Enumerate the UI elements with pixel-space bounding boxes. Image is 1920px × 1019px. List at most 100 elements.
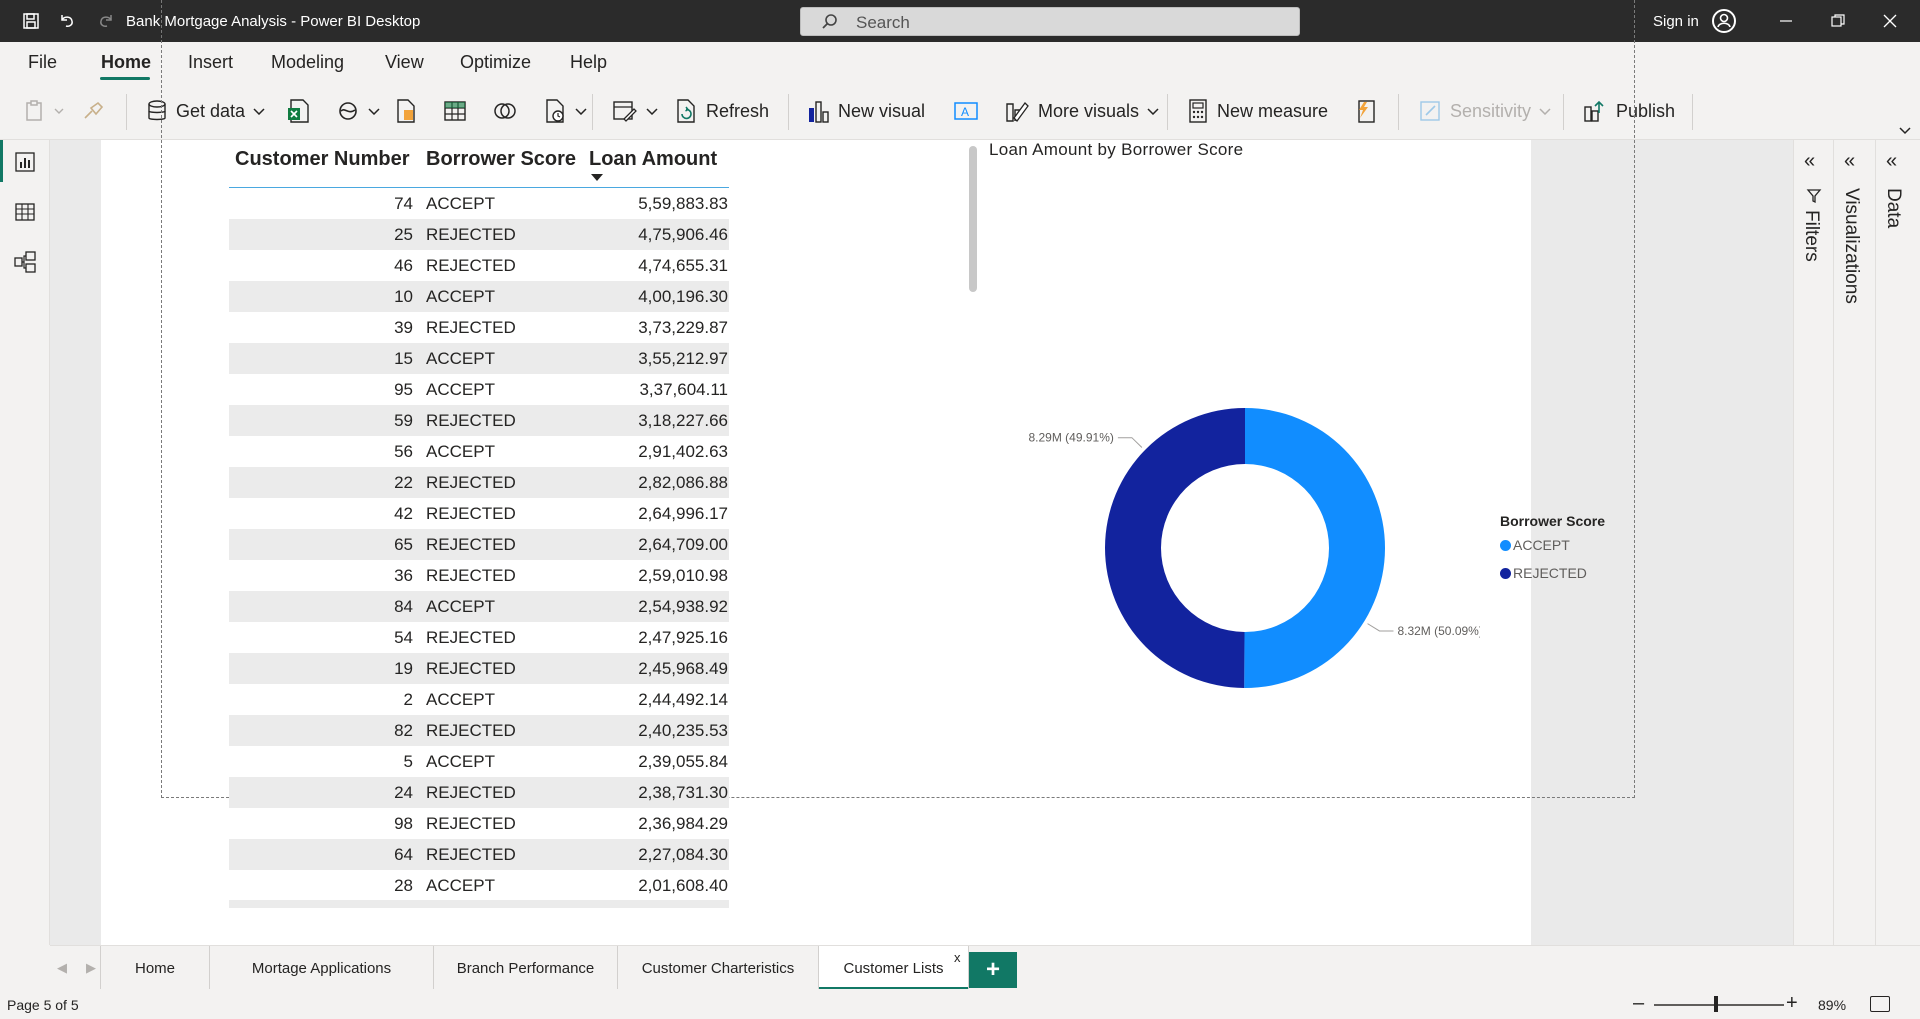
header-loan-amount[interactable]: Loan Amount — [589, 148, 717, 171]
paste-button[interactable] — [24, 98, 64, 124]
dataverse-button[interactable] — [394, 98, 418, 124]
menu-file[interactable]: File — [28, 52, 57, 73]
search-input[interactable]: Search — [800, 7, 1300, 36]
table-row[interactable]: 46 REJECTED 4,74,655.31 — [229, 250, 729, 281]
table-row[interactable]: 84 ACCEPT 2,54,938.92 — [229, 591, 729, 622]
publish-button[interactable]: Publish — [1582, 98, 1675, 124]
table-row[interactable]: 39 REJECTED 3,73,229.87 — [229, 312, 729, 343]
fit-to-page-icon[interactable] — [1870, 996, 1890, 1012]
table-row[interactable]: 74 ACCEPT 5,59,883.83 — [229, 188, 729, 219]
table-row[interactable]: 28 ACCEPT 2,01,608.40 — [229, 870, 729, 901]
menu-help[interactable]: Help — [570, 52, 607, 73]
minimize-icon[interactable] — [1776, 11, 1796, 31]
donut-slice-rejected[interactable] — [1105, 408, 1245, 688]
zoom-in-button[interactable]: + — [1786, 992, 1798, 1015]
close-icon[interactable] — [1880, 11, 1900, 31]
prev-page-icon[interactable]: ◀ — [57, 960, 67, 976]
get-data-button[interactable]: Get data — [146, 98, 265, 124]
recent-sources-button[interactable] — [492, 98, 518, 124]
page-tab-branch-performance[interactable]: Branch Performance — [434, 946, 618, 990]
transform-data-button[interactable] — [612, 98, 658, 124]
model-view-icon[interactable] — [13, 250, 37, 274]
expand-data-icon[interactable]: « — [1886, 150, 1897, 173]
table-row[interactable]: 10 ACCEPT 4,00,196.30 — [229, 281, 729, 312]
table-row[interactable]: 59 REJECTED 3,18,227.66 — [229, 405, 729, 436]
quick-measure-button[interactable] — [1355, 98, 1377, 124]
table-row[interactable]: 56 ACCEPT 2,91,402.63 — [229, 436, 729, 467]
undo-icon[interactable] — [55, 9, 79, 33]
onelake-button[interactable] — [336, 98, 380, 124]
table-row[interactable]: 65 REJECTED 2,64,709.00 — [229, 529, 729, 560]
menu-modeling[interactable]: Modeling — [271, 52, 344, 73]
table-row[interactable]: 42 REJECTED 2,64,996.17 — [229, 498, 729, 529]
expand-filters-icon[interactable]: « — [1804, 150, 1815, 173]
report-view-icon[interactable] — [13, 150, 37, 174]
table-row[interactable]: 82 REJECTED 2,40,235.53 — [229, 715, 729, 746]
cell-borrower-score: REJECTED — [426, 504, 516, 523]
cell-loan-amount: 2,36,984.29 — [638, 814, 728, 833]
table-row[interactable]: 15 ACCEPT 3,55,212.97 — [229, 343, 729, 374]
menu-view[interactable]: View — [385, 52, 424, 73]
chevron-down-icon — [1899, 127, 1911, 135]
donut-chart[interactable]: 8.32M (50.09%) 8.29M (49.91%) — [1000, 380, 1480, 720]
page-tab-home[interactable]: Home — [101, 946, 210, 990]
cell-customer-number: 59 — [394, 411, 413, 430]
sign-in-button[interactable]: Sign in — [1653, 13, 1699, 30]
cell-borrower-score: REJECTED — [426, 814, 516, 833]
redo-icon[interactable] — [94, 9, 118, 33]
next-page-icon[interactable]: ▶ — [86, 960, 96, 976]
new-measure-button[interactable]: New measure — [1187, 98, 1328, 124]
file-icon — [397, 99, 415, 123]
zoom-slider-thumb[interactable] — [1714, 996, 1718, 1012]
zoom-slider[interactable] — [1654, 1004, 1784, 1006]
zoom-out-button[interactable]: – — [1633, 992, 1644, 1015]
restore-icon[interactable] — [1828, 11, 1848, 31]
table-view-icon[interactable] — [13, 200, 37, 224]
recent-files-button[interactable] — [543, 98, 587, 124]
legend-item-rejected[interactable]: REJECTED — [1500, 565, 1587, 581]
cell-borrower-score: ACCEPT — [426, 876, 495, 895]
donut-slice-accept[interactable] — [1244, 408, 1386, 688]
cell-customer-number: 98 — [394, 814, 413, 833]
data-label-leader — [1367, 623, 1394, 632]
account-icon[interactable] — [1712, 9, 1736, 33]
page-tab-customer-lists[interactable]: Customer Lists — [819, 946, 969, 990]
sensitivity-button[interactable]: Sensitivity — [1418, 98, 1551, 124]
new-visual-button[interactable]: New visual — [806, 98, 925, 124]
expand-visualizations-icon[interactable]: « — [1844, 150, 1855, 173]
table-row[interactable]: 19 REJECTED 2,45,968.49 — [229, 653, 729, 684]
cell-borrower-score: REJECTED — [426, 721, 516, 740]
table-row[interactable]: 95 ACCEPT 3,37,604.11 — [229, 374, 729, 405]
table-row[interactable]: 36 REJECTED 2,59,010.98 — [229, 560, 729, 591]
text-box-button[interactable]: A — [953, 98, 979, 124]
excel-button[interactable] — [287, 98, 311, 124]
table-row[interactable]: 24 REJECTED 2,38,731.30 — [229, 777, 729, 808]
more-visuals-button[interactable]: More visuals — [1004, 98, 1159, 124]
close-tab-icon[interactable]: x — [954, 950, 961, 965]
menu-home[interactable]: Home — [101, 52, 151, 73]
table-row[interactable]: 5 ACCEPT 2,39,055.84 — [229, 746, 729, 777]
save-icon[interactable] — [19, 9, 43, 33]
legend-item-accept[interactable]: ACCEPT — [1500, 537, 1570, 553]
visualizations-pane[interactable]: « Visualizations — [1833, 140, 1875, 945]
table-row[interactable]: 25 REJECTED 4,75,906.46 — [229, 219, 729, 250]
table-row[interactable]: 98 REJECTED 2,36,984.29 — [229, 808, 729, 839]
filters-pane[interactable]: « Filters — [1793, 140, 1833, 945]
page-tab-mortage-applications[interactable]: Mortage Applications — [210, 946, 434, 990]
table-row[interactable]: 64 REJECTED 2,27,084.30 — [229, 839, 729, 870]
data-pane[interactable]: « Data — [1875, 140, 1920, 945]
table-row[interactable]: 2 ACCEPT 2,44,492.14 — [229, 684, 729, 715]
chevron-down-icon — [253, 108, 265, 115]
header-customer-number[interactable]: Customer Number — [235, 148, 409, 171]
table-row[interactable]: 22 REJECTED 2,82,086.88 — [229, 467, 729, 498]
menu-optimize[interactable]: Optimize — [460, 52, 531, 73]
refresh-button[interactable]: Refresh — [674, 98, 769, 124]
add-page-button[interactable]: + — [969, 952, 1017, 988]
enter-data-button[interactable] — [443, 98, 467, 124]
table-row[interactable]: 54 REJECTED 2,47,925.16 — [229, 622, 729, 653]
menu-insert[interactable]: Insert — [188, 52, 233, 73]
format-painter-button[interactable] — [82, 98, 106, 124]
chart-scrollbar[interactable] — [969, 146, 977, 292]
header-borrower-score[interactable]: Borrower Score — [426, 148, 576, 171]
page-tab-customer-charteristics[interactable]: Customer Charteristics — [618, 946, 819, 990]
